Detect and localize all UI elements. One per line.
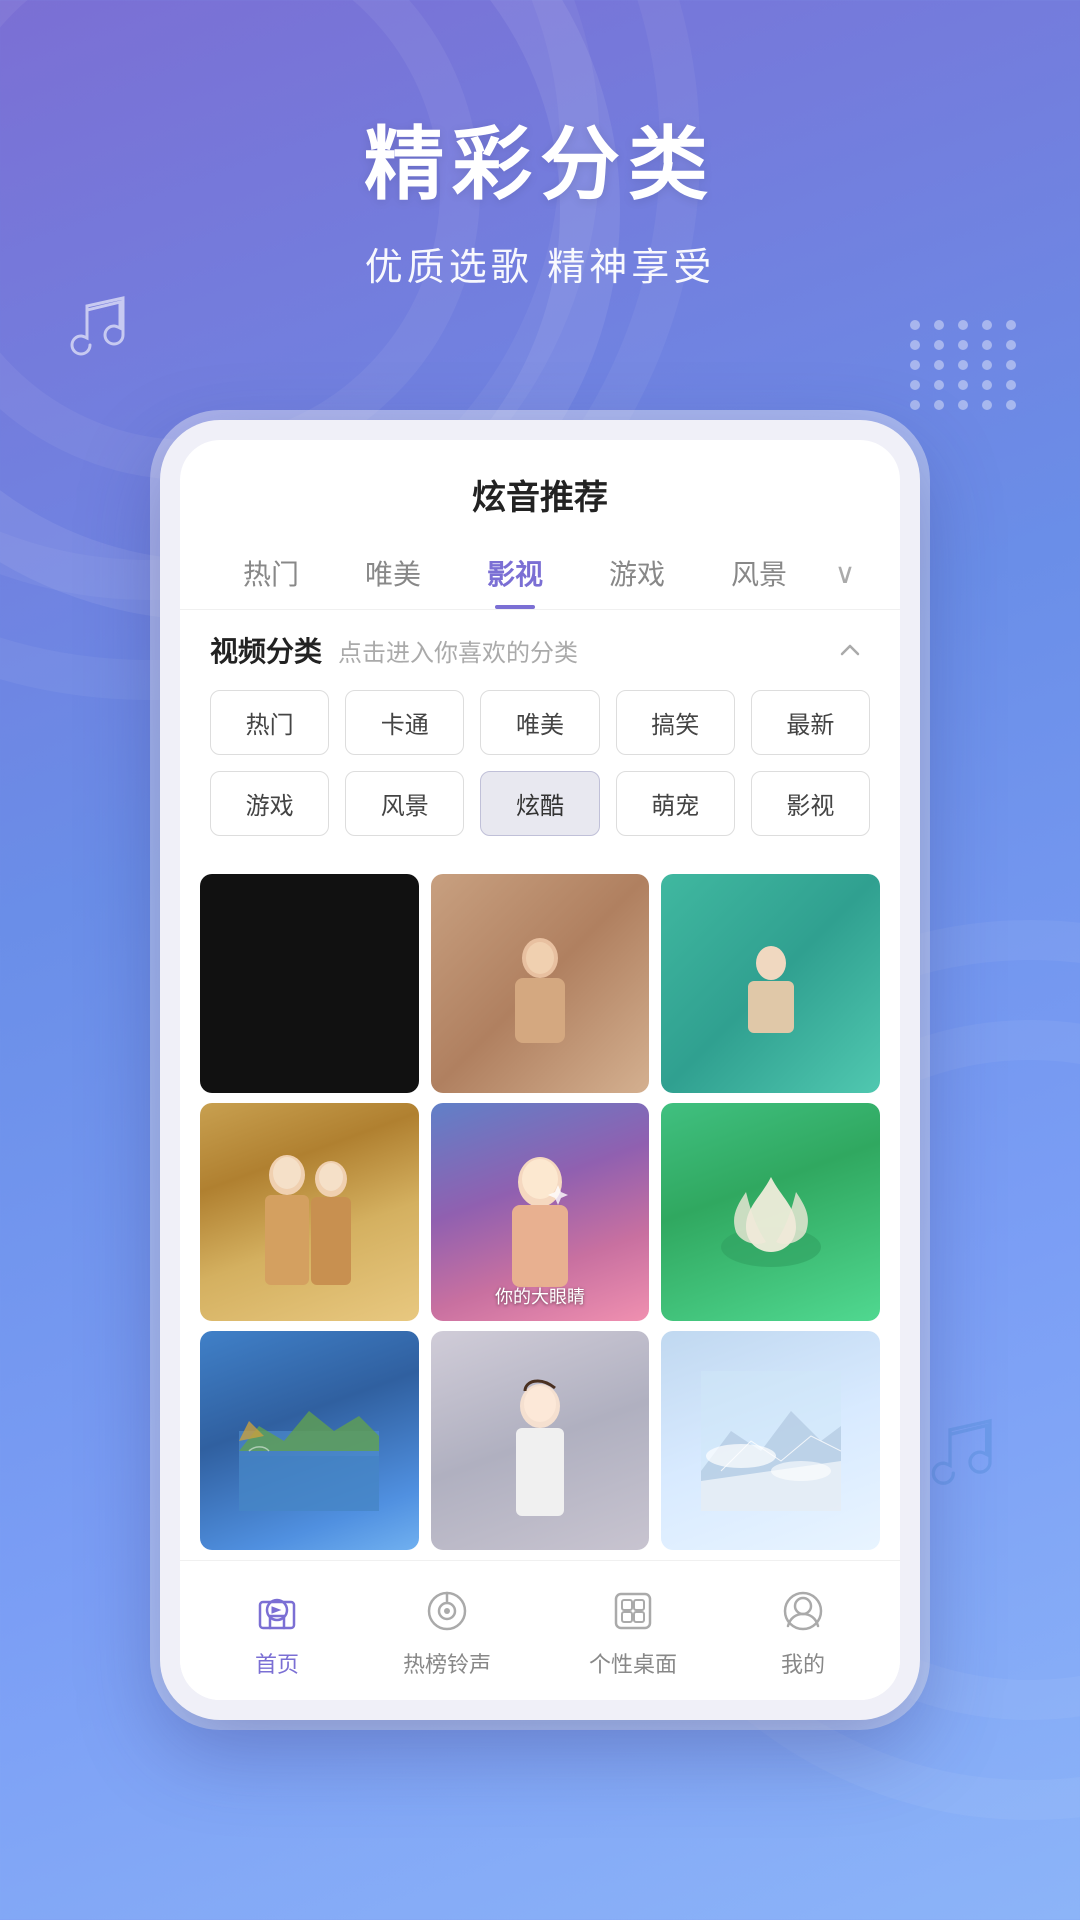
- music-note-right-icon: [920, 1401, 1020, 1520]
- thumb-inner-7: [200, 1331, 419, 1550]
- nav-profile-label: 我的: [781, 1647, 825, 1679]
- category-section: 视频分类 点击进入你喜欢的分类 热门 卡通 唯美 搞笑 最新 游戏 风景: [180, 610, 900, 862]
- tab-beauty[interactable]: 唯美: [332, 537, 454, 609]
- bottom-nav: 首页 热榜铃声: [180, 1560, 900, 1700]
- tag-cartoon[interactable]: 卡通: [345, 690, 464, 755]
- home-icon: [249, 1583, 305, 1639]
- thumb-inner-4: [200, 1103, 419, 1322]
- tag-beauty[interactable]: 唯美: [480, 690, 599, 755]
- tag-new[interactable]: 最新: [751, 690, 870, 755]
- thumb-inner-5: 你的大眼睛: [431, 1103, 650, 1322]
- tab-film[interactable]: 影视: [454, 537, 576, 609]
- tag-funny[interactable]: 搞笑: [616, 690, 735, 755]
- nav-home-label: 首页: [255, 1647, 299, 1679]
- tabs-container: 热门 唯美 影视 游戏 风景 ∨: [180, 537, 900, 610]
- desktop-icon: [605, 1583, 661, 1639]
- video-thumb-4[interactable]: [200, 1103, 419, 1322]
- nav-desktop[interactable]: 个性桌面: [589, 1583, 677, 1679]
- collapse-icon[interactable]: [830, 630, 870, 670]
- category-header: 视频分类 点击进入你喜欢的分类: [210, 630, 870, 670]
- category-title: 视频分类: [210, 630, 322, 670]
- category-hint: 点击进入你喜欢的分类: [338, 633, 830, 668]
- video-thumb-1[interactable]: [200, 874, 419, 1093]
- video-thumb-8[interactable]: [431, 1331, 650, 1550]
- thumb-inner-3: [661, 874, 880, 1093]
- video-thumb-5[interactable]: 你的大眼睛: [431, 1103, 650, 1322]
- phone-mockup: 炫音推荐 热门 唯美 影视 游戏 风景 ∨ 视频分类 点击进入你喜欢的分类: [160, 420, 920, 1720]
- video-thumb-2[interactable]: [431, 874, 650, 1093]
- app-title: 炫音推荐: [180, 440, 900, 537]
- video-thumb-6[interactable]: [661, 1103, 880, 1322]
- dots-decoration: [910, 320, 1020, 410]
- tab-hot[interactable]: 热门: [210, 537, 332, 609]
- nav-ringtone[interactable]: 热榜铃声: [403, 1583, 491, 1679]
- tab-scenery[interactable]: 风景: [698, 537, 820, 609]
- video-grid: 你的大眼睛: [180, 862, 900, 1560]
- tag-hot[interactable]: 热门: [210, 690, 329, 755]
- app-content: 炫音推荐 热门 唯美 影视 游戏 风景 ∨ 视频分类 点击进入你喜欢的分类: [180, 440, 900, 1700]
- thumb-inner-6: [661, 1103, 880, 1322]
- video-thumb-7[interactable]: [200, 1331, 419, 1550]
- thumb-inner-9: [661, 1331, 880, 1550]
- profile-icon: [775, 1583, 831, 1639]
- video-thumb-9[interactable]: [661, 1331, 880, 1550]
- ringtone-icon: [419, 1583, 475, 1639]
- header-title: 精彩分类: [0, 100, 1080, 216]
- music-note-left-icon: [60, 280, 150, 389]
- tab-more-icon[interactable]: ∨: [820, 557, 870, 590]
- tag-game[interactable]: 游戏: [210, 771, 329, 836]
- tab-game[interactable]: 游戏: [576, 537, 698, 609]
- header-section: 精彩分类 优质选歌 精神享受: [0, 100, 1080, 291]
- nav-ringtone-label: 热榜铃声: [403, 1647, 491, 1679]
- tag-film[interactable]: 影视: [751, 771, 870, 836]
- tags-row-1: 热门 卡通 唯美 搞笑 最新: [210, 690, 870, 755]
- thumb-inner-2: [431, 874, 650, 1093]
- tags-row-2: 游戏 风景 炫酷 萌宠 影视: [210, 771, 870, 836]
- nav-profile[interactable]: 我的: [775, 1583, 831, 1679]
- tag-cool[interactable]: 炫酷: [480, 771, 599, 836]
- tag-pet[interactable]: 萌宠: [616, 771, 735, 836]
- thumb-inner-1: [200, 874, 419, 1093]
- thumb-5-overlay: 你的大眼睛: [495, 1283, 585, 1309]
- nav-desktop-label: 个性桌面: [589, 1647, 677, 1679]
- thumb-inner-8: [431, 1331, 650, 1550]
- tag-scenery[interactable]: 风景: [345, 771, 464, 836]
- nav-home[interactable]: 首页: [249, 1583, 305, 1679]
- video-thumb-3[interactable]: [661, 874, 880, 1093]
- header-subtitle: 优质选歌 精神享受: [0, 236, 1080, 291]
